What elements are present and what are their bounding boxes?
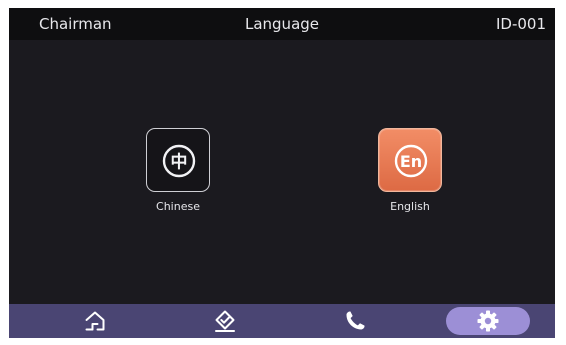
header-bar: Chairman Language ID-001 (9, 8, 555, 40)
bottom-nav-bar (9, 304, 555, 338)
svg-text:En: En (400, 152, 422, 171)
nav-confirm-button[interactable] (183, 304, 267, 338)
device-id-label: ID-001 (495, 15, 546, 33)
language-option-english[interactable]: En English (365, 128, 455, 218)
language-label-english: English (390, 200, 430, 213)
home-icon (85, 311, 105, 331)
language-label-chinese: Chinese (156, 200, 200, 213)
checkmark-icon (215, 310, 235, 332)
nav-settings-button[interactable] (446, 304, 530, 338)
phone-icon (346, 311, 365, 330)
language-tile-chinese[interactable]: 中 (146, 128, 210, 192)
language-tile-english-selected[interactable]: En (378, 128, 442, 192)
language-option-chinese[interactable]: 中 Chinese (133, 128, 223, 218)
english-en-icon: En (394, 144, 428, 178)
device-screen: Chairman Language ID-001 中 Chinese En En… (9, 8, 555, 338)
svg-text:中: 中 (171, 152, 188, 173)
gear-icon (477, 310, 499, 332)
nav-call-button[interactable] (313, 304, 397, 338)
page-title: Language (244, 15, 320, 33)
chinese-char-icon: 中 (162, 144, 196, 178)
nav-home-button[interactable] (53, 304, 137, 338)
